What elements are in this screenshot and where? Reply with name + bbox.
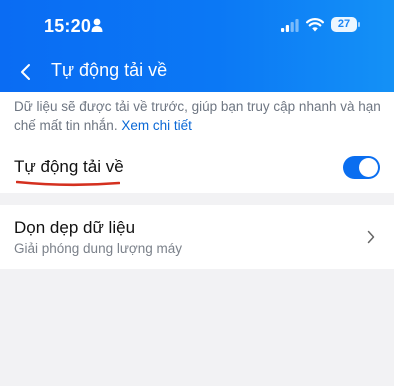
red-underline-annotation [16,180,120,187]
toggle-knob [359,158,378,177]
cleanup-subtitle: Giải phóng dung lượng máy [14,241,182,256]
status-bar: 15:20 27 [0,0,394,52]
cleanup-row[interactable]: Dọn dẹp dữ liệu Giải phóng dung lượng má… [0,205,394,269]
wifi-icon [306,18,324,32]
page-title: Tự động tải về [51,60,168,80]
chevron-right-icon [367,230,375,244]
signal-icon [281,19,299,32]
description: Dữ liệu sẽ được tải về trước, giúp bạn t… [14,97,382,135]
status-time: 15:20 [44,16,92,36]
auto-download-label: Tự động tải về [14,157,124,176]
chevron-left-icon[interactable] [14,58,40,86]
battery-level: 27 [337,18,351,30]
description-text: Dữ liệu sẽ được tải về trước, giúp bạn t… [14,99,381,133]
cleanup-title: Dọn dẹp dữ liệu [14,218,136,237]
auto-download-toggle[interactable] [343,156,380,179]
details-link[interactable]: Xem chi tiết [121,118,192,133]
battery-cap [358,22,360,27]
app-header: 15:20 27 Tự động tải về [0,0,394,92]
nav-bar: Tự động tải về [0,52,394,92]
person-icon [91,18,103,32]
